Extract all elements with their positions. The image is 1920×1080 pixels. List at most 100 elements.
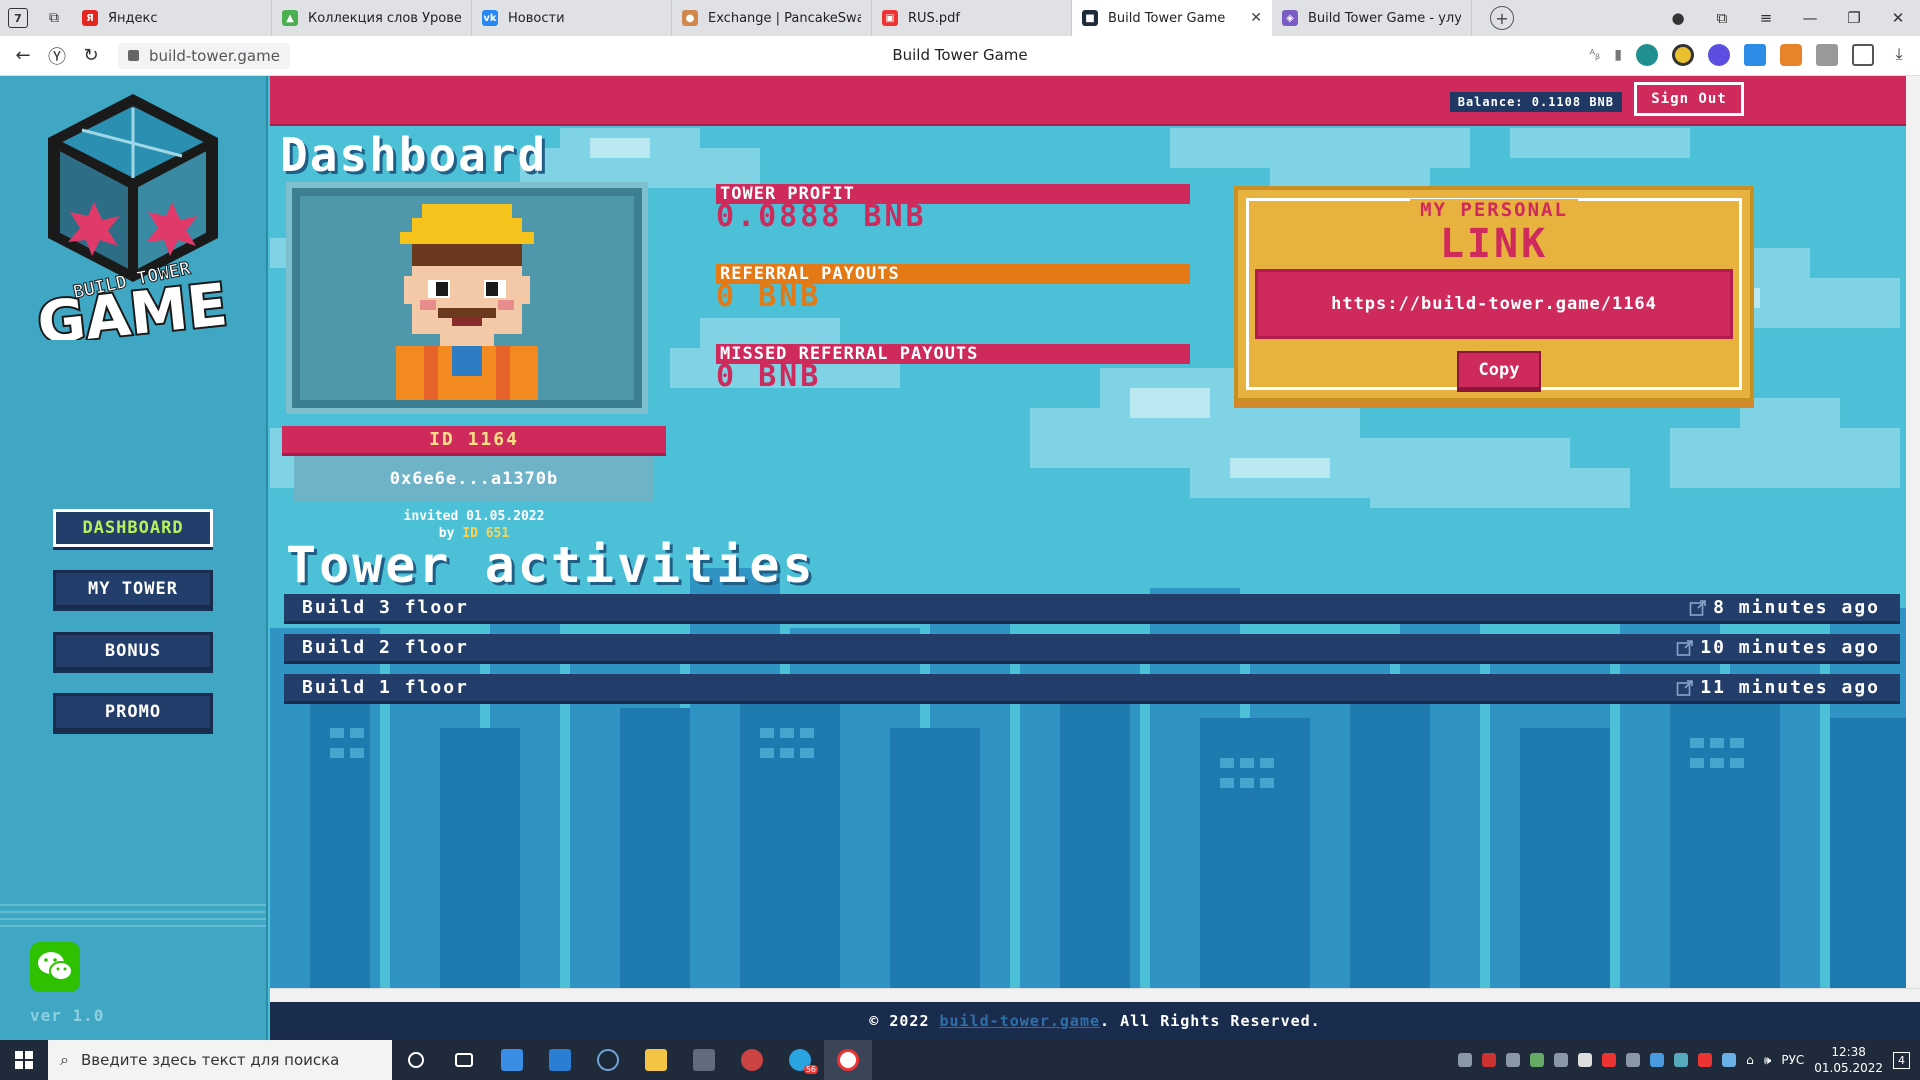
nav-dashboard-button[interactable]: DASHBOARD [53, 509, 213, 547]
steam-icon[interactable] [584, 1040, 632, 1080]
stat-value: 0.0888 BNB [716, 199, 927, 234]
footer-site-link[interactable]: build-tower.game [940, 1012, 1101, 1030]
avatar [300, 196, 634, 400]
activity-time-group: 8 minutes ago [1689, 597, 1880, 618]
extension-s-icon[interactable] [1744, 44, 1766, 66]
browser-tab[interactable]: ▣ RUS.pdf [872, 0, 1072, 36]
page-viewport: BUILD TOWER GAME DASHBOARD MY TOWER BONU… [0, 76, 1920, 1040]
browser-tab[interactable]: ● Exchange | PancakeSwap [672, 0, 872, 36]
tray-icon[interactable] [1458, 1053, 1473, 1067]
tray-icon[interactable] [1530, 1053, 1545, 1067]
external-link-icon[interactable] [1676, 679, 1694, 697]
taskbar-search-input[interactable]: ⌕ Введите здесь текст для поиска [48, 1040, 392, 1080]
telegram-badge: 56 [803, 1065, 818, 1074]
personal-link-url[interactable]: https://build-tower.game/1164 [1255, 269, 1733, 339]
tab-favicon-icon: ◈ [1282, 10, 1298, 26]
search-icon: ⌕ [60, 1050, 69, 1069]
language-indicator[interactable]: РУС [1781, 1053, 1804, 1067]
extension-avatar-icon[interactable] [1816, 44, 1838, 66]
main-content: Balance: 0.1108 BNB Sign Out Dashboard I… [270, 76, 1920, 1040]
copy-link-button[interactable]: Copy [1457, 351, 1541, 389]
extensions-icon[interactable] [1852, 44, 1874, 66]
tray-icon[interactable] [1554, 1053, 1569, 1067]
tray-icon[interactable] [1578, 1053, 1593, 1067]
tray-icon[interactable] [1626, 1053, 1641, 1067]
browser-tab[interactable]: ■ Build Tower Game ✕ [1072, 0, 1272, 36]
downloads-icon[interactable]: ⤓ [1888, 44, 1910, 66]
url-text: build-tower.game [149, 46, 280, 65]
wechat-icon[interactable] [30, 942, 80, 992]
windows-start-button[interactable] [0, 1040, 48, 1080]
maximize-button[interactable]: ❐ [1832, 9, 1876, 27]
balance-badge: Balance: 0.1108 BNB [1449, 92, 1622, 112]
menu-icon[interactable]: ≡ [1744, 9, 1788, 27]
telegram-icon[interactable]: 56 [776, 1040, 824, 1080]
calculator-icon[interactable] [680, 1040, 728, 1080]
notification-center-icon[interactable]: 4 [1893, 1051, 1910, 1069]
bookmark-icon[interactable]: ▮ [1614, 47, 1622, 63]
stat-referral-payouts: REFERRAL PAYOUTS 0 BNB [716, 264, 1190, 312]
clock[interactable]: 12:38 01.05.2022 [1814, 1044, 1883, 1076]
activity-time: 8 minutes ago [1713, 597, 1880, 618]
horizontal-scrollbar[interactable] [270, 988, 1920, 1002]
game-app-icon[interactable] [728, 1040, 776, 1080]
notification-count: 4 [1898, 1053, 1905, 1067]
yandex-icon[interactable]: Ⓨ [40, 43, 74, 69]
vertical-scrollbar[interactable] [1906, 76, 1920, 988]
explorer-icon[interactable] [632, 1040, 680, 1080]
translate-icon[interactable]: ᴬᵦ [1589, 48, 1600, 63]
yandex-browser-icon[interactable] [824, 1040, 872, 1080]
network-icon[interactable]: ⌂ [1746, 1053, 1754, 1067]
extension-2-icon[interactable] [1672, 44, 1694, 66]
minimize-button[interactable]: — [1788, 9, 1832, 27]
tab-favicon-icon: Я [82, 10, 98, 26]
external-link-icon[interactable] [1676, 639, 1694, 657]
tab-label: Exchange | PancakeSwap [708, 10, 861, 26]
tray-icon[interactable] [1650, 1053, 1665, 1067]
browser-tab[interactable]: ▲ Коллекция слов Уровень [272, 0, 472, 36]
browser-tab[interactable]: vk Новости [472, 0, 672, 36]
extension-3-icon[interactable] [1708, 44, 1730, 66]
reload-icon[interactable]: ↻ [74, 45, 108, 66]
nav-promo-button[interactable]: PROMO [53, 693, 213, 731]
tab-label: Яндекс [108, 10, 158, 26]
activity-row: Build 3 floor 8 minutes ago [284, 594, 1900, 624]
tray-icon[interactable] [1674, 1053, 1689, 1067]
tray-icon[interactable] [1698, 1053, 1713, 1067]
extension-1-icon[interactable] [1636, 44, 1658, 66]
activity-time: 10 minutes ago [1700, 637, 1880, 658]
nav-my-tower-button[interactable]: MY TOWER [53, 570, 213, 608]
tab-close-icon[interactable]: ✕ [1250, 10, 1262, 26]
logo-text-bottom: GAME [34, 270, 230, 340]
tray-icon[interactable] [1482, 1053, 1497, 1067]
bookmarks-icon[interactable]: ⧉ [1700, 9, 1744, 27]
sidebar: BUILD TOWER GAME DASHBOARD MY TOWER BONU… [0, 76, 268, 1040]
tab-counter-button[interactable]: 7 [0, 0, 36, 36]
nav-bonus-button[interactable]: BONUS [53, 632, 213, 670]
profile-icon[interactable]: ● [1656, 9, 1700, 27]
mail-icon[interactable] [536, 1040, 584, 1080]
new-window-icon[interactable]: ⧉ [36, 0, 72, 36]
tab-label: Коллекция слов Уровень [308, 10, 461, 26]
tray-icon[interactable] [1722, 1053, 1737, 1067]
url-field[interactable]: build-tower.game [118, 42, 290, 69]
stat-value: 0 BNB [716, 359, 822, 394]
tray-icon[interactable] [1506, 1053, 1521, 1067]
cortana-icon[interactable] [392, 1040, 440, 1080]
tab-favicon-icon: ▣ [882, 10, 898, 26]
invited-date: invited 01.05.2022 [403, 509, 545, 524]
browser-tab[interactable]: ◈ Build Tower Game - улучш [1272, 0, 1472, 36]
close-window-button[interactable]: ✕ [1876, 9, 1920, 27]
volume-icon[interactable]: 🕪 [1764, 1053, 1772, 1068]
sign-out-button[interactable]: Sign Out [1634, 82, 1744, 116]
external-link-icon[interactable] [1689, 599, 1707, 617]
back-icon[interactable]: ← [6, 45, 40, 66]
new-tab-button[interactable]: + [1490, 6, 1514, 30]
personal-link-panel: MY PERSONAL LINK https://build-tower.gam… [1234, 186, 1754, 402]
store-icon[interactable] [488, 1040, 536, 1080]
metamask-icon[interactable] [1780, 44, 1802, 66]
tab-favicon-icon: ▲ [282, 10, 298, 26]
browser-tab[interactable]: Я Яндекс [72, 0, 272, 36]
tray-icon[interactable] [1602, 1053, 1617, 1067]
task-view-icon[interactable] [440, 1040, 488, 1080]
